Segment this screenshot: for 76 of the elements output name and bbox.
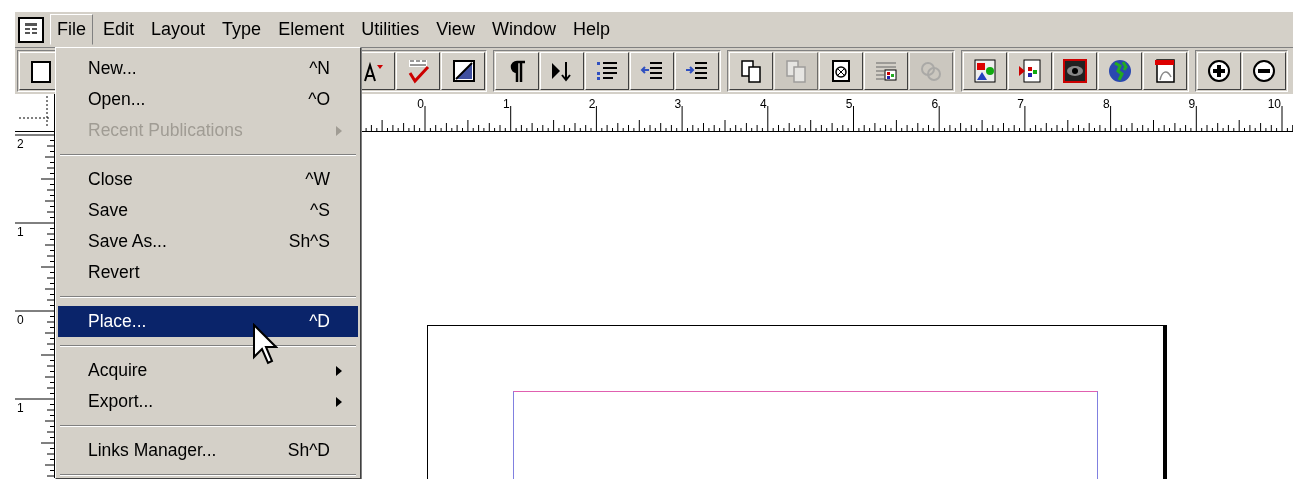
shortcut-label: ^S: [310, 199, 330, 223]
ruler-number: 6: [930, 98, 939, 110]
ruler-number: 1: [502, 98, 510, 110]
ruler-number: 9: [1187, 98, 1196, 110]
ruler-number: 8: [1101, 98, 1110, 110]
ruler-number: 1: [17, 226, 24, 238]
zoom-in-button[interactable]: [1197, 52, 1241, 90]
menu-item-label: Save As...: [88, 230, 167, 254]
import-image-icon: [1016, 57, 1044, 85]
menu-item-label: Open...: [88, 88, 146, 112]
pages-button[interactable]: [729, 52, 773, 90]
menu-item[interactable]: Open... ^O: [58, 84, 358, 115]
globe-icon: [1106, 57, 1134, 85]
menu-item-label: Acquire: [88, 359, 148, 383]
menu-item[interactable]: Save As... Sh^S: [58, 226, 358, 257]
zoom-in-icon: [1205, 57, 1233, 85]
spell-check-button[interactable]: [396, 52, 440, 90]
ruler-number: 5: [844, 98, 853, 110]
eye-icon: [1061, 57, 1089, 85]
ruler-number: 4: [759, 98, 767, 110]
menu-item[interactable]: New... ^N: [58, 53, 358, 84]
outdent-button[interactable]: [630, 52, 674, 90]
menu-item[interactable]: Window: [484, 14, 563, 45]
menu-item-label: Revert: [88, 261, 140, 285]
shapes-image-icon: [971, 57, 999, 85]
menu-item-label: Links Manager...: [88, 439, 217, 463]
ruler-number: 1: [17, 402, 24, 414]
shortcut-label: ^D: [309, 310, 330, 334]
menu-item[interactable]: Element: [271, 14, 352, 45]
flow-arrow-button[interactable]: [540, 52, 584, 90]
menu-item-label: Close: [88, 168, 133, 192]
pdf-page-button[interactable]: [1143, 52, 1187, 90]
zoom-out-button[interactable]: [1242, 52, 1286, 90]
menu-item[interactable]: Acquire: [58, 355, 358, 386]
menu-item[interactable]: Place... ^D: [58, 306, 358, 337]
menu-item[interactable]: Type: [215, 14, 269, 45]
indent-button[interactable]: [675, 52, 719, 90]
menu-item[interactable]: Utilities: [354, 14, 427, 45]
menu-item[interactable]: Links Manager... Sh^D: [58, 435, 358, 466]
shortcut-label: Sh^D: [287, 439, 330, 463]
menu-item[interactable]: View: [429, 14, 482, 45]
frame-button[interactable]: [819, 52, 863, 90]
ruler-number: 2: [17, 138, 24, 150]
text-image-button[interactable]: [864, 52, 908, 90]
menu-item[interactable]: Help: [565, 14, 617, 45]
ruler-number: 3: [673, 98, 682, 110]
menu-item-label: Save: [88, 199, 128, 223]
menu-item[interactable]: File: [50, 14, 93, 45]
menu-item-label: Export...: [88, 390, 154, 414]
menu-item[interactable]: Close ^W: [58, 164, 358, 195]
shortcut-label: ^W: [305, 168, 330, 192]
pilcrow-button[interactable]: [495, 52, 539, 90]
ruler-number: 2: [587, 98, 596, 110]
ruler-number: 0: [416, 98, 424, 110]
menu-item[interactable]: Export...: [58, 386, 358, 417]
menu-item-label: New...: [88, 57, 137, 81]
ruler-number: 0: [17, 314, 24, 326]
mouse-pointer-icon: [252, 323, 278, 367]
bullet-list-button[interactable]: [585, 52, 629, 90]
shortcut-label: Sh^S: [288, 230, 330, 254]
shortcut-label: ^O: [308, 88, 330, 112]
ruler-number: 7: [1016, 98, 1024, 110]
menu-item[interactable]: Layout: [144, 14, 213, 45]
menu-item[interactable]: Edit: [96, 14, 142, 45]
menu-item[interactable]: Revert: [58, 257, 358, 288]
shortcut-label: ^N: [309, 57, 330, 81]
fill-button[interactable]: [441, 52, 485, 90]
app-icon[interactable]: [18, 16, 44, 43]
eye-button[interactable]: [1053, 52, 1097, 90]
menu-item[interactable]: Save ^S: [58, 195, 358, 226]
shapes-image-button[interactable]: [963, 52, 1007, 90]
ruler-number: 10: [1266, 98, 1281, 110]
zoom-out-icon: [1250, 57, 1278, 85]
menu-item-label: Place...: [88, 310, 147, 334]
globe-button[interactable]: [1098, 52, 1142, 90]
import-image-button[interactable]: [1008, 52, 1052, 90]
